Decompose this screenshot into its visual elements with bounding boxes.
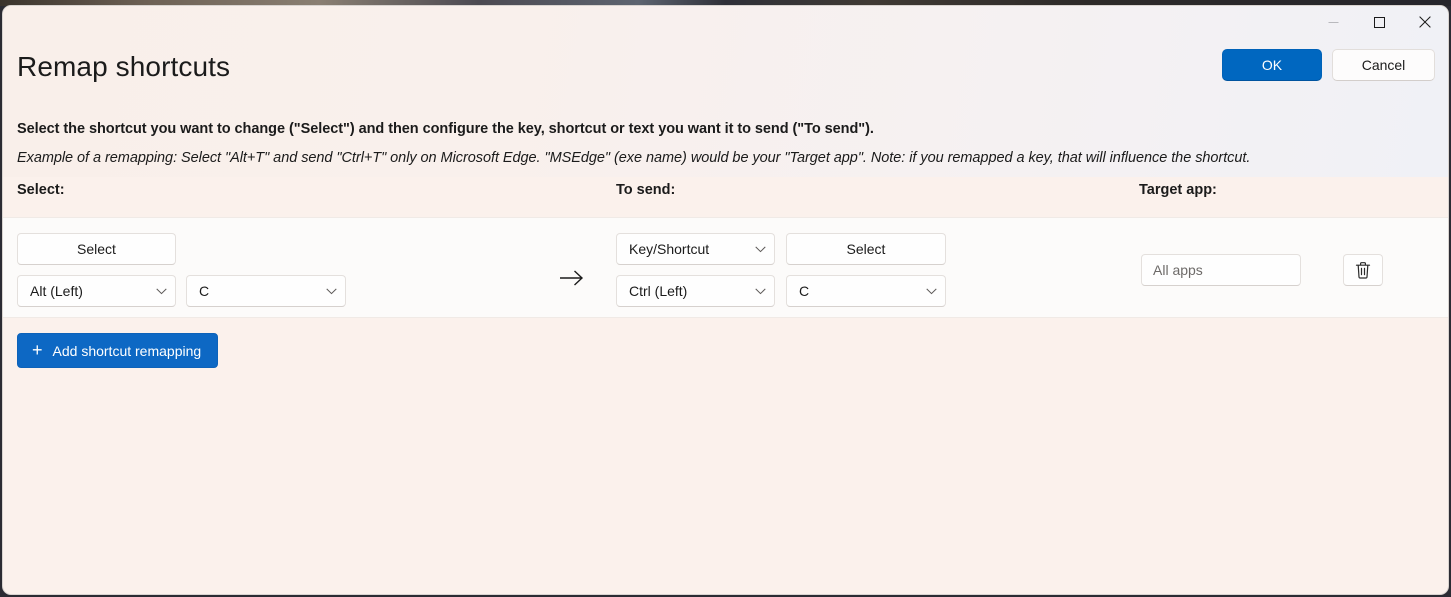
ok-button[interactable]: OK <box>1222 49 1322 81</box>
chevron-down-icon <box>156 288 167 295</box>
dialog-body-background <box>3 318 1448 595</box>
shortcut-row: Select Alt (Left) C Key/Shortcut <box>3 218 1448 318</box>
chevron-down-icon <box>326 288 337 295</box>
cancel-button[interactable]: Cancel <box>1332 49 1435 81</box>
source-modifier-dropdown[interactable]: Alt (Left) <box>17 275 176 307</box>
source-key-value: C <box>199 283 209 299</box>
target-select-button[interactable]: Select <box>786 233 946 265</box>
shortcut-rows-list: Select Alt (Left) C Key/Shortcut <box>3 217 1448 318</box>
source-modifier-value: Alt (Left) <box>30 283 83 299</box>
source-select-button[interactable]: Select <box>17 233 176 265</box>
target-app-input[interactable]: All apps <box>1141 254 1301 286</box>
add-shortcut-remapping-label: Add shortcut remapping <box>53 343 202 359</box>
column-header-target-app: Target app: <box>1139 182 1217 198</box>
delete-row-button[interactable] <box>1343 254 1383 286</box>
close-button[interactable] <box>1402 6 1448 38</box>
target-modifier-dropdown[interactable]: Ctrl (Left) <box>616 275 775 307</box>
chevron-down-icon <box>755 246 766 253</box>
plus-icon: + <box>32 341 43 359</box>
dialog-action-buttons: OK Cancel <box>1222 49 1435 81</box>
close-icon <box>1419 16 1431 28</box>
column-header-select: Select: <box>17 182 65 198</box>
trash-icon <box>1354 261 1372 280</box>
chevron-down-icon <box>926 288 937 295</box>
minimize-button[interactable] <box>1310 6 1356 38</box>
maximize-icon <box>1374 17 1385 28</box>
add-shortcut-remapping-button[interactable]: + Add shortcut remapping <box>17 333 218 368</box>
column-header-to-send: To send: <box>616 182 675 198</box>
description-primary: Select the shortcut you want to change (… <box>17 121 874 137</box>
window-caption-controls <box>1310 6 1448 38</box>
target-app-placeholder: All apps <box>1153 262 1203 278</box>
remap-shortcuts-window: Remap shortcuts OK Cancel Select the sho… <box>2 5 1449 595</box>
target-modifier-value: Ctrl (Left) <box>629 283 687 299</box>
description-example: Example of a remapping: Select "Alt+T" a… <box>17 150 1250 166</box>
minimize-icon <box>1328 17 1339 28</box>
window-titlebar: Remap shortcuts OK Cancel Select the sho… <box>3 6 1448 177</box>
target-type-value: Key/Shortcut <box>629 241 709 257</box>
target-key-value: C <box>799 283 809 299</box>
arrow-right-icon <box>559 267 585 289</box>
target-type-dropdown[interactable]: Key/Shortcut <box>616 233 775 265</box>
page-title: Remap shortcuts <box>17 51 230 83</box>
column-headers: Select: To send: Target app: <box>3 182 1448 217</box>
maximize-button[interactable] <box>1356 6 1402 38</box>
target-key-dropdown[interactable]: C <box>786 275 946 307</box>
chevron-down-icon <box>755 288 766 295</box>
source-key-dropdown[interactable]: C <box>186 275 346 307</box>
